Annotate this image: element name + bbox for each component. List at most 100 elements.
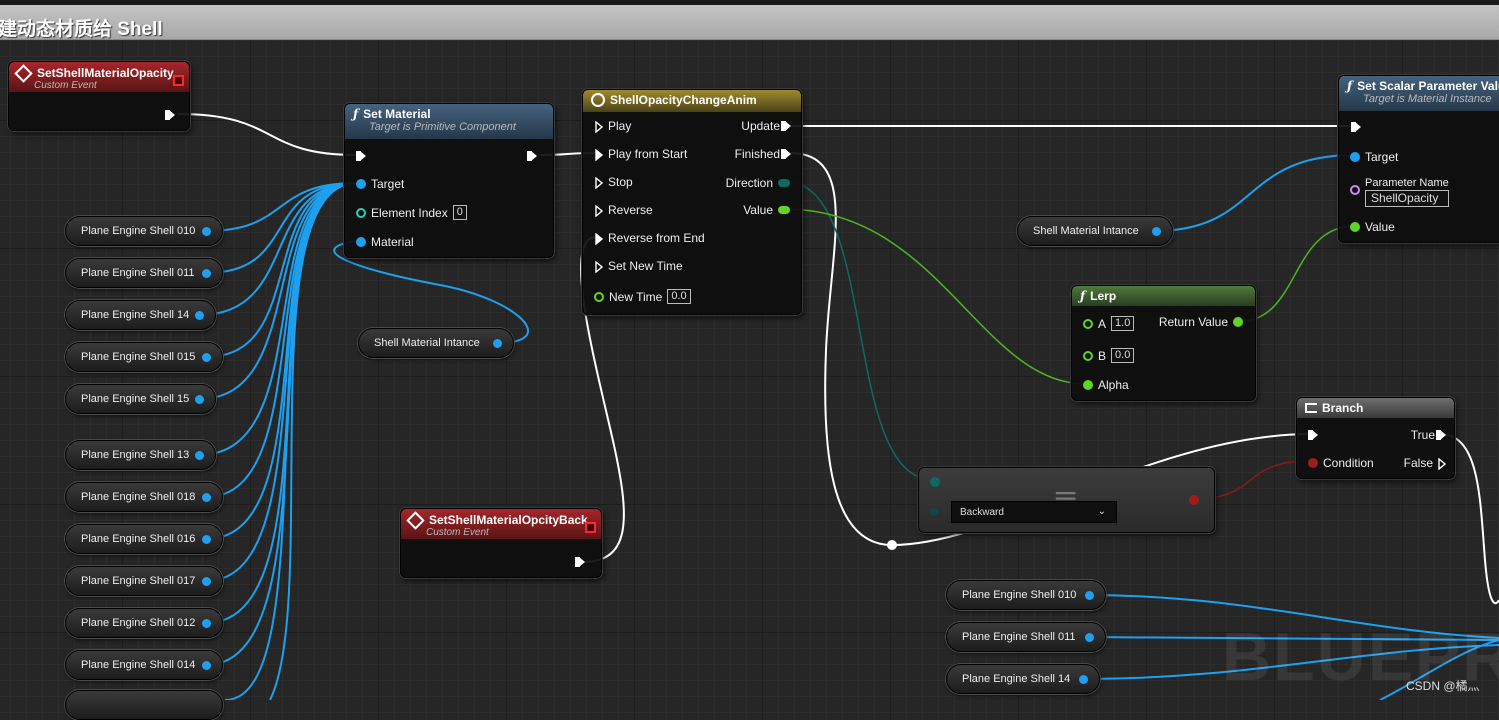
event-subtitle: Custom Event [34, 80, 97, 91]
event-icon [406, 510, 425, 530]
lerp-b-value[interactable]: 0.0 [1111, 348, 1135, 363]
lerp-a-value[interactable]: 1.0 [1111, 316, 1135, 331]
branch-icon [1305, 403, 1317, 413]
variable-plane-engine-shell[interactable]: Plane Engine Shell 15 [65, 384, 216, 414]
exec-pin-icon [595, 149, 603, 161]
timeline-input-pin[interactable]: Reverse [595, 203, 653, 217]
custom-event-set-shell-material-opcity-back[interactable]: SetShellMaterialOpcityBack Custom Event [400, 508, 602, 578]
event-icon [14, 63, 33, 83]
set-material-node[interactable]: ƒ Set Material Target is Primitive Compon… [344, 103, 554, 258]
equal-output-pin[interactable] [1189, 495, 1199, 505]
lerp-return-value-pin[interactable]: Return Value [1159, 315, 1243, 329]
delegate-pin[interactable] [173, 75, 184, 86]
value-output-pin[interactable]: Value [743, 203, 790, 217]
branch-node[interactable]: Branch Condition True False [1296, 397, 1455, 479]
variable-plane-engine-shell[interactable]: Plane Engine Shell 14 [65, 300, 216, 330]
variable-plane-engine-shell[interactable]: Plane Engine Shell 015 [65, 342, 223, 372]
variable-shell-material-intance[interactable]: Shell Material Intance [1017, 216, 1173, 246]
object-pin [1085, 633, 1094, 642]
exec-input-pin[interactable] [1351, 122, 1361, 132]
variable-plane-engine-shell[interactable]: Plane Engine Shell 018 [65, 482, 223, 512]
branch-title: Branch [1322, 401, 1364, 415]
chevron-down-icon: ⌄ [1097, 506, 1106, 517]
timeline-input-pin[interactable]: Set New Time [595, 259, 683, 273]
timeline-input-label: Reverse from End [608, 231, 705, 245]
condition-pin[interactable]: Condition [1308, 456, 1374, 470]
timeline-input-label: Play [608, 119, 632, 133]
parameter-name-value[interactable]: ShellOpacity [1365, 190, 1449, 207]
object-pin [1085, 591, 1094, 600]
variable-plane-engine-shell[interactable]: Plane Engine Shell 017 [65, 566, 223, 596]
true-output-pin[interactable]: True [1411, 428, 1446, 442]
timeline-input-pin[interactable]: Play from Start [595, 147, 687, 161]
object-pin [202, 353, 211, 362]
timeline-input-label: Reverse [608, 203, 653, 217]
direction-output-pin[interactable]: Direction [726, 176, 790, 190]
new-time-value[interactable]: 0.0 [667, 289, 691, 304]
exec-input-pin[interactable] [1308, 430, 1318, 440]
event-title: SetShellMaterialOpcityBack [429, 513, 588, 527]
set-material-subtitle: Target is Primitive Component [369, 121, 516, 133]
false-output-pin[interactable]: False [1404, 456, 1446, 470]
variable-plane-engine-shell[interactable]: Plane Engine Shell 016 [65, 524, 223, 554]
target-pin[interactable]: Target [1350, 150, 1398, 164]
timeline-title: ShellOpacityChangeAnim [610, 93, 757, 107]
function-icon: ƒ [353, 107, 359, 121]
reroute-node [887, 540, 897, 550]
variable-plane-engine-shell[interactable]: Plane Engine Shell 010 [946, 580, 1106, 610]
variable-plane-engine-shell[interactable]: Plane Engine Shell 14 [946, 664, 1100, 694]
timeline-node[interactable]: ShellOpacityChangeAnim Play Play from Sta… [582, 89, 802, 315]
variable-plane-engine-shell[interactable]: Plane Engine Shell 011 [65, 258, 223, 288]
element-index-value[interactable]: 0 [452, 205, 467, 220]
exec-output-pin[interactable] [165, 110, 175, 120]
new-time-pin[interactable]: New Time 0.0 [594, 289, 691, 304]
element-index-pin[interactable]: Element Index 0 [356, 205, 467, 220]
set-scalar-title: Set Scalar Parameter Value [1357, 79, 1499, 93]
variable-partially-visible[interactable] [65, 690, 223, 720]
csdn-credit: CSDN @橘灬 [1406, 679, 1480, 693]
timeline-input-pin[interactable]: Stop [595, 175, 633, 189]
finished-output-pin[interactable]: Finished [735, 147, 791, 161]
direction-enum-dropdown[interactable]: Backward ⌄ [951, 501, 1117, 523]
timeline-input-pin[interactable]: Play [595, 119, 631, 133]
clock-icon [591, 93, 605, 107]
delegate-pin[interactable] [585, 522, 596, 533]
parameter-name-pin[interactable]: Parameter Name ShellOpacity [1350, 177, 1449, 207]
variable-plane-engine-shell[interactable]: Plane Engine Shell 011 [946, 622, 1106, 652]
variable-plane-engine-shell[interactable]: Plane Engine Shell 014 [65, 650, 223, 680]
equal-enum-node[interactable]: == Backward ⌄ [918, 467, 1215, 533]
variable-shell-material-intance[interactable]: Shell Material Intance [358, 328, 514, 358]
object-pin [202, 619, 211, 628]
value-pin[interactable]: Value [1350, 220, 1395, 234]
lerp-b-pin[interactable]: B 0.0 [1083, 348, 1135, 363]
function-icon: ƒ [1080, 289, 1086, 303]
target-pin[interactable]: Target [356, 177, 404, 191]
object-pin [195, 395, 204, 404]
lerp-a-pin[interactable]: A 1.0 [1083, 316, 1135, 331]
object-pin [195, 311, 204, 320]
function-icon: ƒ [1347, 79, 1353, 93]
variable-plane-engine-shell[interactable]: Plane Engine Shell 13 [65, 440, 216, 470]
update-output-pin[interactable]: Update [741, 119, 791, 133]
exec-output-pin[interactable] [575, 557, 585, 567]
timeline-input-label: Stop [608, 175, 633, 189]
lerp-title: Lerp [1090, 289, 1117, 303]
exec-input-pin[interactable] [356, 151, 366, 161]
lerp-alpha-pin[interactable]: Alpha [1083, 378, 1129, 392]
exec-pin-icon [595, 121, 603, 133]
object-pin [202, 493, 211, 502]
exec-output-pin[interactable] [527, 151, 537, 161]
enum-input-a-pin[interactable] [930, 477, 940, 487]
object-pin [202, 577, 211, 586]
timeline-input-label: Set New Time [608, 259, 683, 273]
event-title: SetShellMaterialOpacity [37, 66, 174, 80]
enum-input-b-pin[interactable] [930, 508, 938, 516]
variable-plane-engine-shell[interactable]: Plane Engine Shell 012 [65, 608, 223, 638]
variable-plane-engine-shell[interactable]: Plane Engine Shell 010 [65, 216, 223, 246]
material-pin[interactable]: Material [356, 235, 414, 249]
custom-event-set-shell-material-opacity[interactable]: SetShellMaterialOpacity Custom Event [8, 61, 190, 131]
timeline-input-pin[interactable]: Reverse from End [595, 231, 705, 245]
set-scalar-parameter-value-node[interactable]: ƒ Set Scalar Parameter Value Target is Ma… [1338, 75, 1499, 243]
object-pin [202, 661, 211, 670]
lerp-node[interactable]: ƒ Lerp A 1.0 B 0.0 Alpha Return Value [1071, 285, 1256, 401]
